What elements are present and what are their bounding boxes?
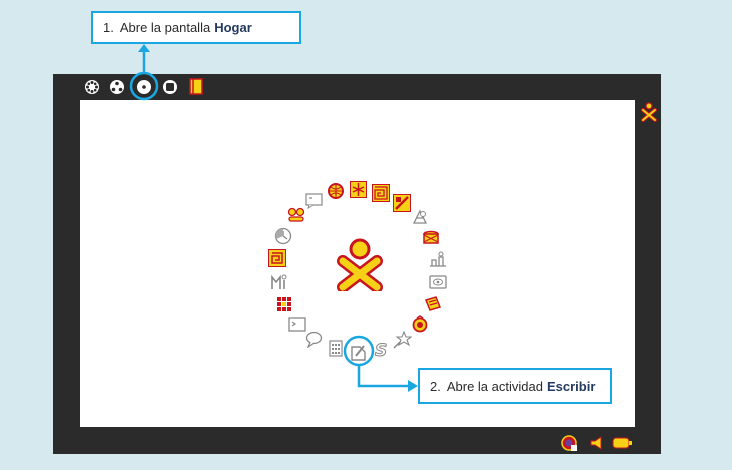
journal-icon[interactable] <box>189 78 203 95</box>
buddy-xo-icon[interactable] <box>640 102 658 122</box>
volume-icon[interactable] <box>589 435 605 451</box>
callout-step-1-text: Abre la pantalla <box>119 20 211 35</box>
chat-icon[interactable] <box>305 331 323 348</box>
calculate-icon[interactable] <box>329 340 343 357</box>
network-icon[interactable] <box>560 434 578 452</box>
callout-step-2-bold: Escribir <box>546 378 596 394</box>
callout-step-1-bold: Hogar <box>214 20 252 35</box>
sugar-star-icon[interactable] <box>392 331 412 349</box>
memorize-icon[interactable] <box>276 296 293 313</box>
clock-icon[interactable] <box>274 227 292 245</box>
physics-icon[interactable] <box>411 208 429 226</box>
callout-step-2-number: 2. <box>430 378 441 394</box>
home-view-icon[interactable] <box>136 79 152 95</box>
callout-step-2: 2. Abre la actividad Escribir <box>418 368 612 404</box>
write-icon[interactable] <box>350 343 367 362</box>
callout-step-1-arrow <box>138 44 150 74</box>
speak-face-icon[interactable] <box>286 207 306 223</box>
log-icon[interactable] <box>305 193 323 209</box>
callout-step-1-number: 1. <box>103 20 114 35</box>
record-icon[interactable] <box>429 274 447 290</box>
battery-icon[interactable] <box>612 437 633 449</box>
group-view-icon[interactable] <box>109 79 125 95</box>
tamtam-icon[interactable] <box>422 229 440 247</box>
speak-icon[interactable] <box>411 315 429 333</box>
terminal-icon[interactable] <box>288 317 306 332</box>
xo-person-icon[interactable] <box>335 237 385 291</box>
implode-icon[interactable]: S <box>373 341 391 359</box>
neighborhood-view-icon[interactable] <box>84 79 100 95</box>
svg-text:S: S <box>375 341 387 359</box>
read-icon[interactable] <box>424 295 442 313</box>
browse-icon[interactable] <box>327 182 345 200</box>
measure-icon[interactable] <box>270 273 288 291</box>
paint-icon[interactable] <box>393 194 411 212</box>
callout-step-2-text: Abre la actividad <box>446 378 543 394</box>
maze-icon[interactable] <box>372 184 390 202</box>
activity-view-icon[interactable] <box>162 79 178 95</box>
callout-step-1: 1. Abre la pantalla Hogar <box>91 11 301 44</box>
tamtam-jam-icon[interactable] <box>429 251 447 269</box>
turtle-art-icon[interactable] <box>350 181 367 198</box>
labyrinth-icon[interactable] <box>268 249 286 267</box>
